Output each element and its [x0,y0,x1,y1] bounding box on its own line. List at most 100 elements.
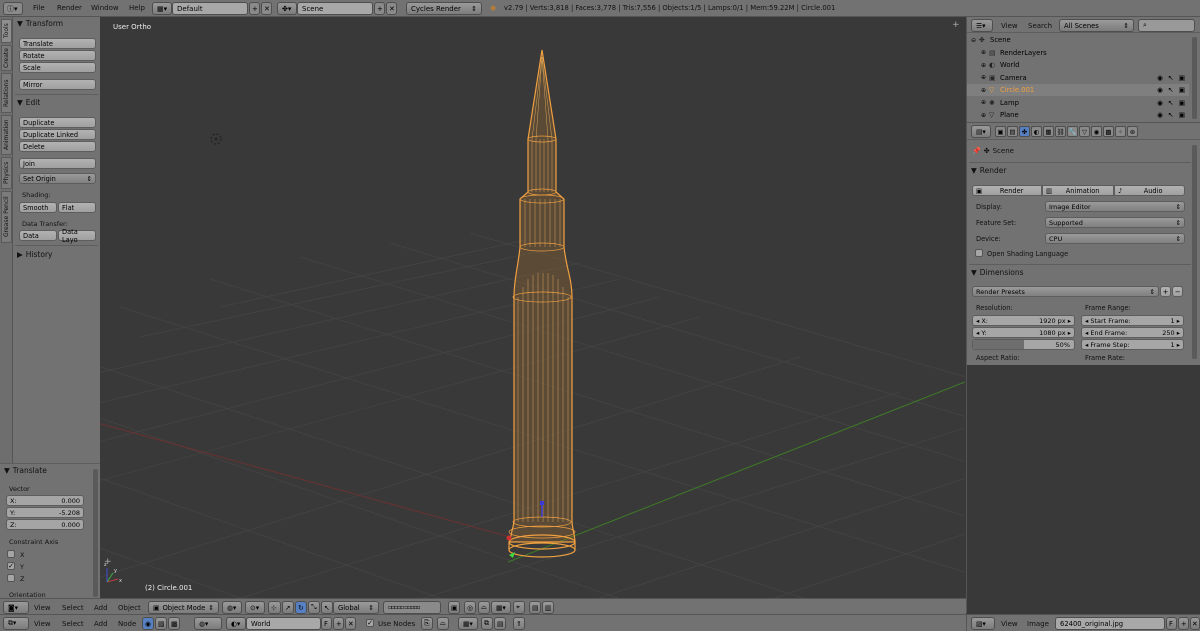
use-nodes-checkbox[interactable]: ✓ [366,619,374,627]
menu-render[interactable]: Render [57,4,82,12]
constraint-y-checkbox[interactable]: ✓ [7,562,15,570]
cursor-icon[interactable]: ↖ [1168,99,1174,107]
resolution-x-field[interactable]: ◂ X: 1920 px ▸ [972,315,1075,326]
eye-icon[interactable]: ◉ [1157,74,1163,82]
add-scene-button[interactable]: + [374,2,385,15]
rotate-manipulator-toggle[interactable]: ↻ [295,601,307,614]
outliner-item-renderlayers[interactable]: ⊕ ▤ RenderLayers [967,47,1189,59]
data-tab[interactable]: ▽ [1079,126,1090,137]
eye-icon[interactable]: ◉ [1157,111,1163,119]
scale-button[interactable]: Scale [19,62,96,73]
camera-render-icon[interactable]: ▣ [1179,74,1185,82]
image-name-field[interactable]: 62400_original.jpg [1055,617,1165,630]
operator-panel-header[interactable]: ▼ Translate [4,466,47,475]
tab-grease-pencil[interactable]: Grease Pencil [1,191,12,243]
join-button[interactable]: Join [19,158,96,169]
viewport-shading-select[interactable]: ◍▾ [222,601,242,614]
node-snap-toggle[interactable]: ⌓ [437,617,449,630]
texture-nodes-toggle[interactable]: ▩ [168,617,180,630]
parent-node-tree-button[interactable]: ⇑ [513,617,525,630]
frame-step-field[interactable]: ◂ Frame Step: 1 ▸ [1081,339,1184,350]
snap-toggle[interactable]: ⌓ [478,601,490,614]
new-image-button[interactable]: + [1178,617,1189,630]
add-menu[interactable]: Add [94,604,108,612]
layer-buttons[interactable]: ▫▫▫▫▫ ▫▫▫▫▫ [383,601,441,614]
menu-help[interactable]: Help [129,4,145,12]
3d-viewport[interactable]: x y z User Ortho (2) Circle.001 + + [100,17,965,599]
properties-scrollbar[interactable] [1192,145,1197,359]
eye-icon[interactable]: ◉ [1157,99,1163,107]
3d-cursor-icon[interactable] [210,133,222,145]
resolution-percentage-slider[interactable]: 50% [972,339,1075,350]
cursor-icon[interactable]: ↖ [1168,86,1174,94]
node-add-menu[interactable]: Add [94,620,108,628]
tab-animation[interactable]: Animation [1,115,12,155]
image-view-menu[interactable]: View [1001,620,1018,628]
camera-render-icon[interactable]: ▣ [1179,111,1185,119]
texture-tab[interactable]: ▩ [1103,126,1114,137]
view-menu[interactable]: View [34,604,51,612]
expand-toggle-icon[interactable]: ⊕ [981,49,989,56]
feature-set-select[interactable]: Supported ⇕ [1045,217,1185,228]
expand-toggle-icon[interactable]: ⊕ [981,99,989,106]
eye-icon[interactable]: ◉ [1157,86,1163,94]
outliner-item-camera[interactable]: ⊕ ▣ Camera ◉ ↖ ▣ [967,72,1189,84]
scene-field[interactable]: Scene [297,2,373,15]
outliner-item-lamp[interactable]: ⊕ ✺ Lamp ◉ ↖ ▣ [967,97,1189,109]
osl-checkbox[interactable] [975,249,983,257]
data-layout-button[interactable]: Data Layo [58,228,96,244]
edit-panel-header[interactable]: ▼ Edit [17,98,40,107]
delete-scene-button[interactable]: ✕ [386,2,397,15]
node-view-menu[interactable]: View [34,620,51,628]
expand-toggle-icon[interactable]: ⊕ [981,112,989,119]
proportional-edit-button[interactable]: ◎ [464,601,476,614]
world-tab[interactable]: ◐ [1031,126,1042,137]
scene-browse-button[interactable]: ✤▾ [277,2,297,15]
menu-file[interactable]: File [33,4,45,12]
render-presets-menu[interactable]: Render Presets ⇕ [972,286,1159,297]
scale-manipulator-toggle[interactable]: ⤡ [308,601,320,614]
particles-tab[interactable]: ⁘ [1115,126,1126,137]
editor-type-properties-button[interactable]: ▤▾ [971,125,991,138]
tab-physics[interactable]: Physics [1,157,12,189]
outliner-item-plane[interactable]: ⊕ ▽ Plane ◉ ↖ ▣ [967,109,1189,121]
paste-nodes-button[interactable]: ▤ [494,617,506,630]
compositing-nodes-toggle[interactable]: ▧ [155,617,167,630]
editor-type-image-button[interactable]: ▨▾ [971,617,995,630]
outliner-scrollbar[interactable] [1192,37,1197,119]
scene-tab[interactable]: ✤ [1019,126,1030,137]
editor-type-outliner-button[interactable]: ☰▾ [971,19,993,32]
shader-nodes-toggle[interactable]: ◉ [142,617,154,630]
delete-button[interactable]: Delete [19,141,96,152]
image-editor[interactable] [966,365,1200,613]
node-snap-element-select[interactable]: ▦▾ [458,617,478,630]
tab-create[interactable]: Create [1,45,12,71]
viewport-canvas[interactable]: x y z [100,17,965,599]
screen-layout-field[interactable]: Default [172,2,248,15]
select-menu[interactable]: Select [62,604,84,612]
resolution-y-field[interactable]: ◂ Y: 1080 px ▸ [972,327,1075,338]
shader-type-select[interactable]: ◍▾ [194,617,222,630]
outliner-item-scene[interactable]: ⊖ ✤ Scene [967,34,1189,46]
data-transfer-button[interactable]: Data [19,230,57,241]
duplicate-button[interactable]: Duplicate [19,117,96,128]
backdrop-toggle[interactable]: ⎘ [421,617,433,630]
outliner-item-world[interactable]: ⊕ ◐ World [967,59,1189,71]
outliner-display-select[interactable]: All Scenes ⇕ [1059,19,1134,32]
add-preset-button[interactable]: + [1160,286,1171,297]
constraint-x-checkbox[interactable] [7,550,15,558]
opengl-render-image-button[interactable]: ▤ [529,601,541,614]
material-tab[interactable]: ◉ [1091,126,1102,137]
pin-icon[interactable]: 📌 [972,147,981,155]
operator-scrollbar[interactable] [93,469,98,597]
tab-tools[interactable]: Tools [1,19,12,43]
editor-type-3dview-button[interactable]: ◙▾ [3,601,29,614]
transform-panel-header[interactable]: ▼ Transform [17,19,63,28]
opengl-render-animation-button[interactable]: ▥ [542,601,554,614]
translate-button[interactable]: Translate [19,38,96,49]
shade-smooth-button[interactable]: Smooth [19,202,57,213]
image-menu[interactable]: Image [1027,620,1049,628]
expand-toggle-icon[interactable]: ⊕ [981,74,989,81]
expand-toggle-icon[interactable]: ⊖ [971,37,979,44]
snap-target-button[interactable]: ⌖ [513,601,525,614]
